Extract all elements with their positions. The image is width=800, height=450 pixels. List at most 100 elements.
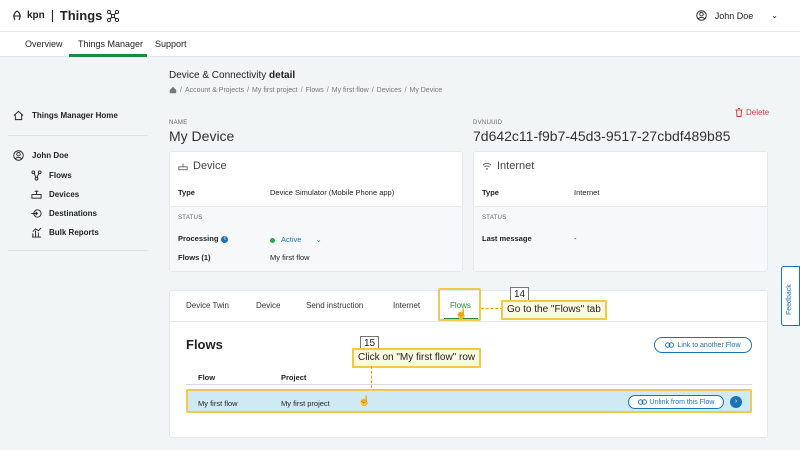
last-message-value: - — [574, 234, 577, 243]
sidebar-home-label: Things Manager Home — [32, 111, 118, 120]
delete-button[interactable]: Delete — [735, 108, 769, 117]
column-header-flow[interactable]: Flow — [198, 373, 215, 382]
sidebar-divider — [8, 250, 148, 251]
tab-device-twin[interactable]: Device Twin — [186, 301, 229, 310]
unlink-icon — [637, 399, 647, 405]
sidebar-item-label: Destinations — [49, 209, 98, 218]
internet-card: Internet Type Internet STATUS Last messa… — [473, 151, 768, 272]
sidebar-item-devices[interactable]: Devices — [31, 189, 79, 200]
processing-dropdown[interactable]: Active ⌄ — [270, 235, 322, 244]
name-label: NAME — [169, 120, 188, 126]
home-icon — [13, 110, 24, 121]
internet-status-section: STATUS Last message - — [474, 206, 767, 271]
sidebar-home-link[interactable]: Things Manager Home — [13, 110, 118, 121]
nav-active-indicator — [69, 54, 147, 57]
sidebar-item-label: Devices — [49, 190, 80, 199]
devices-icon — [31, 190, 42, 199]
chevron-down-icon: ⌄ — [315, 235, 322, 244]
tab-device[interactable]: Device — [256, 301, 280, 310]
device-type-label: Type — [178, 188, 195, 197]
breadcrumb: / Account & Projects / My first project … — [169, 86, 442, 94]
step-instruction-15: Click on "My first flow" row — [352, 348, 482, 368]
breadcrumb-item[interactable]: Flows — [306, 87, 324, 94]
device-icon — [178, 163, 188, 171]
internet-type-value: Internet — [574, 188, 600, 197]
sidebar-user[interactable]: John Doe — [13, 150, 68, 161]
device-card: Device Type Device Simulator (Mobile Pho… — [169, 151, 463, 272]
breadcrumb-item[interactable]: My first flow — [332, 87, 369, 94]
breadcrumb-item[interactable]: My first project — [252, 87, 298, 94]
link-to-flow-button[interactable]: Link to another Flow — [654, 337, 752, 353]
feedback-label: Feedback — [786, 284, 793, 315]
app-name: Things — [59, 8, 103, 23]
column-header-project[interactable]: Project — [281, 373, 306, 382]
device-card-title: Device — [178, 160, 227, 172]
flows-heading: Flows — [186, 337, 223, 352]
delete-label: Delete — [746, 108, 770, 117]
main-nav: Overview Things Manager Support — [0, 32, 800, 57]
info-icon[interactable]: i — [221, 235, 229, 243]
bulk-reports-icon — [31, 227, 42, 238]
breadcrumb-item: My Device — [409, 86, 443, 94]
top-bar: kpn Things John Doe ⌄ — [0, 0, 800, 32]
internet-card-title: Internet — [482, 160, 534, 172]
flows-count-label: Flows (1) — [178, 253, 211, 262]
dvnuuid-label: DVNUUID — [473, 120, 503, 126]
user-menu[interactable]: John Doe ⌄ — [696, 10, 778, 21]
callout-connector — [371, 366, 372, 388]
page-title-bold: detail — [269, 70, 296, 81]
nav-overview[interactable]: Overview — [25, 39, 63, 49]
destinations-icon — [31, 209, 42, 218]
flows-icon — [31, 170, 42, 181]
device-type-value: Device Simulator (Mobile Phone app) — [270, 188, 395, 197]
breadcrumb-item[interactable]: Devices — [377, 87, 402, 94]
nav-things-manager[interactable]: Things Manager — [78, 39, 143, 49]
flows-value[interactable]: My first flow — [270, 253, 310, 262]
status-label: STATUS — [482, 215, 507, 221]
page-title-prefix: Device & Connectivity — [169, 70, 267, 81]
user-icon — [696, 10, 707, 21]
chevron-down-icon: ⌄ — [771, 11, 778, 20]
app-logo[interactable]: kpn Things — [11, 8, 120, 23]
user-name: John Doe — [714, 10, 754, 21]
row-project-name: My first project — [281, 399, 330, 408]
tab-send-instruction[interactable]: Send instruction — [306, 301, 363, 310]
sidebar-item-label: Flows — [49, 171, 72, 180]
user-icon — [13, 150, 24, 161]
processing-label: Processing i — [178, 234, 229, 243]
internet-type-label: Type — [482, 188, 499, 197]
feedback-tab[interactable]: Feedback — [781, 266, 800, 326]
tab-internet[interactable]: Internet — [393, 301, 420, 310]
link-icon — [665, 342, 675, 348]
sidebar-divider — [8, 135, 148, 136]
row-flow-name: My first flow — [198, 399, 238, 408]
network-icon — [107, 9, 120, 22]
tabs-divider — [170, 321, 767, 322]
device-name: My Device — [169, 128, 235, 144]
wifi-icon — [482, 162, 492, 170]
cursor-hand-icon: ☝ — [358, 396, 371, 407]
brand-name: kpn — [27, 10, 45, 21]
chevron-right-icon[interactable]: › — [730, 396, 742, 408]
step-instruction-14: Go to the "Flows" tab — [501, 300, 607, 320]
cursor-hand-icon: ☝ — [455, 309, 468, 320]
status-dot — [270, 237, 275, 243]
sidebar-item-destinations[interactable]: Destinations — [31, 208, 97, 219]
device-status-section: STATUS Processing i Active ⌄ Flows (1) My … — [170, 206, 462, 271]
home-icon[interactable] — [169, 86, 177, 94]
table-row[interactable]: My first flow My first project ☝ Unlink … — [186, 389, 752, 413]
trash-icon — [735, 108, 743, 117]
unlink-flow-button[interactable]: Unlink from this Flow — [628, 395, 724, 409]
nav-support[interactable]: Support — [155, 39, 187, 49]
callout-connector — [481, 308, 503, 309]
breadcrumb-item[interactable]: Account & Projects — [185, 87, 244, 94]
logo-divider — [51, 9, 53, 22]
sidebar-item-flows[interactable]: Flows — [31, 170, 72, 181]
sidebar-item-bulk-reports[interactable]: Bulk Reports — [31, 227, 99, 238]
dvnuuid-value: 7d642c11-f9b7-45d3-9517-27cbdf489b85 — [473, 128, 731, 144]
sidebar-item-label: Bulk Reports — [49, 228, 99, 237]
kpn-logo-icon — [13, 10, 21, 20]
last-message-label: Last message — [482, 234, 532, 243]
page-title: Device & Connectivity detail — [169, 70, 295, 81]
table-header-divider — [186, 384, 752, 385]
